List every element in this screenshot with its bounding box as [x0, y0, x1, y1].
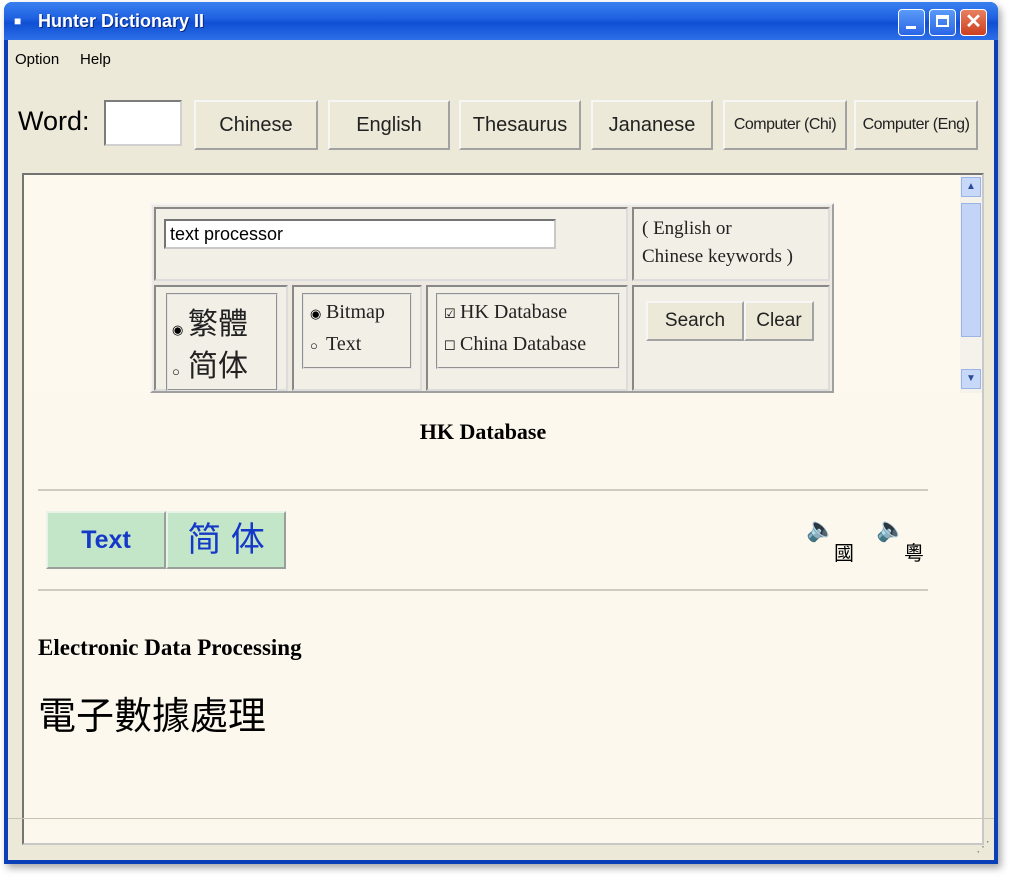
checkbox-empty-icon: ☐ [444, 338, 456, 353]
database-cell: ☑ HK Database ☐ China Database [426, 285, 628, 391]
hint-cell: ( English or Chinese keywords ) [632, 207, 830, 281]
china-database-checkbox[interactable]: ☐ China Database [444, 333, 586, 356]
database-title: HK Database [419, 419, 547, 444]
bitmap-label: Bitmap [326, 301, 385, 323]
text-mode-button[interactable]: Text [46, 511, 166, 569]
search-button[interactable]: Search [646, 301, 744, 341]
minimize-button[interactable] [898, 9, 925, 36]
computer-eng-button[interactable]: Computer (Eng) [854, 100, 978, 150]
computer-chi-button[interactable]: Computer (Chi) [723, 100, 847, 150]
china-database-label: China Database [460, 333, 587, 355]
status-bar: ⋰ [8, 818, 994, 859]
search-form: text processor ( English or Chinese keyw… [150, 203, 834, 393]
japanese-button[interactable]: Jananese [591, 100, 713, 150]
hk-database-label: HK Database [460, 301, 568, 323]
checkbox-checked-icon: ☑ [444, 306, 456, 321]
content-pane: text processor ( English or Chinese keyw… [22, 173, 984, 845]
simplified-mode-button[interactable]: 简 体 [166, 511, 286, 569]
app-window: ■ Hunter Dictionary II ✕ Option Help Wor… [4, 2, 998, 864]
maximize-icon [936, 15, 949, 27]
cantonese-pronunciation[interactable]: 粵 [904, 537, 924, 566]
scroll-up-icon[interactable]: ▲ [961, 177, 981, 197]
radio-empty-icon: ○ [310, 338, 318, 353]
search-input[interactable]: text processor [164, 219, 556, 249]
word-input[interactable] [104, 100, 182, 146]
maximize-button[interactable] [929, 9, 956, 36]
script-group: ◉ 繁體 ○ 简体 [166, 293, 278, 391]
scroll-down-icon[interactable]: ▼ [961, 369, 981, 389]
divider [38, 589, 928, 591]
menu-help[interactable]: Help [80, 51, 111, 68]
term-english: Electronic Data Processing [38, 635, 302, 660]
hint-line-2: Chinese keywords ) [642, 246, 793, 267]
vertical-scrollbar[interactable]: ▲ ▼ [960, 175, 982, 393]
radio-selected-icon: ◉ [172, 322, 184, 337]
simplified-label: 简体 [188, 350, 248, 383]
text-radio[interactable]: ○ Text [310, 333, 361, 356]
database-group: ☑ HK Database ☐ China Database [436, 293, 620, 369]
speaker-icon[interactable]: 🔈 [806, 515, 836, 544]
thesaurus-button[interactable]: Thesaurus [459, 100, 581, 150]
term-chinese: 電子數據處理 [38, 696, 267, 738]
menu-option[interactable]: Option [15, 51, 59, 68]
radio-selected-icon: ◉ [310, 306, 322, 321]
search-hint: ( English or Chinese keywords ) [642, 215, 793, 271]
bitmap-radio[interactable]: ◉ Bitmap [310, 301, 385, 324]
hk-database-checkbox[interactable]: ☑ HK Database [444, 301, 567, 324]
query-cell: text processor [154, 207, 628, 281]
title-bar[interactable]: ■ Hunter Dictionary II ✕ [4, 2, 998, 40]
english-button[interactable]: English [328, 100, 450, 150]
search-frame: text processor ( English or Chinese keyw… [24, 175, 962, 393]
resize-grip-icon[interactable]: ⋰ [976, 838, 990, 855]
divider [38, 489, 928, 491]
traditional-label: 繁體 [188, 308, 248, 341]
word-label: Word: [18, 106, 90, 136]
simplified-radio[interactable]: ○ 简体 [172, 341, 248, 385]
clear-button[interactable]: Clear [744, 301, 814, 341]
menu-bar: Option Help [8, 40, 994, 80]
close-button[interactable]: ✕ [960, 9, 987, 36]
traditional-radio[interactable]: ◉ 繁體 [172, 299, 248, 343]
book-icon[interactable]: ■ [14, 14, 30, 28]
scroll-thumb[interactable] [961, 203, 981, 337]
chinese-button[interactable]: Chinese [194, 100, 318, 150]
script-cell: ◉ 繁體 ○ 简体 [154, 285, 288, 391]
window-title: Hunter Dictionary II [38, 11, 205, 31]
mandarin-pronunciation[interactable]: 國 [834, 537, 854, 566]
actions-cell: Search Clear [632, 285, 830, 391]
render-cell: ◉ Bitmap ○ Text [292, 285, 422, 391]
minimize-icon [906, 26, 916, 29]
render-group: ◉ Bitmap ○ Text [302, 293, 412, 369]
client-area: Option Help Word: Chinese English Thesau… [8, 40, 994, 860]
radio-empty-icon: ○ [172, 364, 180, 379]
text-label: Text [326, 333, 362, 355]
close-icon: ✕ [965, 11, 982, 33]
speaker-icon[interactable]: 🔈 [876, 515, 906, 544]
hint-line-1: ( English or [642, 218, 732, 239]
